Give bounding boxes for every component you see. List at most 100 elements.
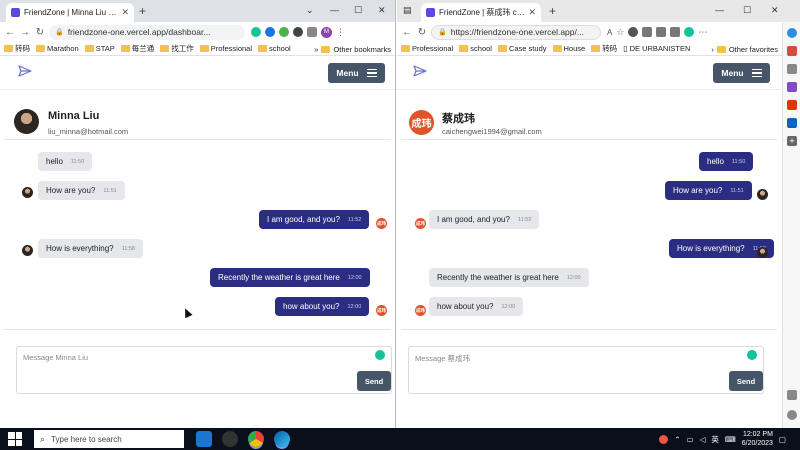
forward-icon[interactable]: → xyxy=(19,27,31,38)
friendzone-favicon-icon xyxy=(426,8,435,17)
favorite-item[interactable]: House xyxy=(552,44,585,53)
favorite-item[interactable]: school xyxy=(459,44,492,53)
app-icon[interactable] xyxy=(222,431,238,447)
maximize-icon[interactable]: ☐ xyxy=(743,3,751,17)
workspaces-icon[interactable]: ▤ xyxy=(403,3,412,17)
send-button[interactable]: Send xyxy=(357,371,391,391)
back-icon[interactable]: ← xyxy=(401,27,413,38)
message-input[interactable]: Message 蔡成玮 xyxy=(415,353,470,364)
extension-icon[interactable] xyxy=(628,27,639,37)
favorite-item[interactable]: ▯ DE URBANISTEN xyxy=(623,44,690,53)
menu-button[interactable]: Menu xyxy=(328,63,385,83)
contact-name: Minna Liu xyxy=(48,110,100,122)
tab-search-icon[interactable]: ⌄ xyxy=(306,3,314,17)
other-favorites[interactable]: › Other favorites xyxy=(707,42,778,55)
more-options-icon[interactable]: ⋮ xyxy=(336,27,345,38)
contact-small-avatar xyxy=(22,187,33,198)
sidebar-toggle-icon[interactable] xyxy=(787,390,797,400)
favorite-item[interactable]: Case study xyxy=(497,44,547,53)
other-bookmarks[interactable]: » Other bookmarks xyxy=(310,42,391,55)
split-screen-icon[interactable] xyxy=(642,27,653,37)
profile-avatar[interactable]: M xyxy=(321,26,332,38)
notifications-icon[interactable]: ▢ xyxy=(779,435,786,444)
add-icon[interactable]: + xyxy=(787,136,797,146)
more-options-icon[interactable]: ⋯ xyxy=(698,27,707,38)
bookmark-item[interactable]: Professional xyxy=(199,44,252,53)
paper-plane-icon[interactable] xyxy=(18,65,32,77)
notification-app-icon[interactable] xyxy=(659,434,669,444)
new-tab-icon[interactable]: + xyxy=(139,4,146,18)
input-mode-icon[interactable]: ⌨ xyxy=(725,435,736,444)
bookmark-item[interactable]: 找工作 xyxy=(160,43,194,54)
reload-icon[interactable]: ↻ xyxy=(416,27,428,38)
folder-icon xyxy=(401,45,410,52)
close-window-icon[interactable]: ✕ xyxy=(771,3,779,17)
clock[interactable]: 12:02 PM 6/20/2023 xyxy=(742,430,773,448)
message-input[interactable]: Message Minna Liu xyxy=(23,353,88,362)
read-aloud-icon[interactable]: A xyxy=(607,28,612,37)
grammarly-extension-icon[interactable] xyxy=(251,27,261,37)
puzzle-icon[interactable] xyxy=(307,27,317,37)
friendzone-favicon-icon xyxy=(11,8,20,17)
minimize-icon[interactable]: — xyxy=(715,3,724,17)
contact-small-avatar xyxy=(22,245,33,256)
network-icon[interactable]: ▭ xyxy=(687,435,694,444)
left-active-tab[interactable]: FriendZone | Minna Liu chat ✕ xyxy=(6,3,134,22)
favorite-star-icon[interactable]: ☆ xyxy=(616,27,624,38)
self-small-avatar xyxy=(757,189,768,200)
folder-icon xyxy=(716,45,726,53)
gear-icon[interactable] xyxy=(787,410,797,420)
bookmark-item[interactable]: school xyxy=(258,44,291,53)
new-tab-icon[interactable]: + xyxy=(549,4,556,18)
message-composer: Message 蔡成玮 Send xyxy=(408,346,764,394)
grammarly-icon[interactable] xyxy=(747,350,757,360)
close-tab-icon[interactable]: ✕ xyxy=(121,7,129,18)
edge-icon[interactable] xyxy=(274,431,290,447)
bookmark-item[interactable]: 转码 xyxy=(4,43,30,54)
windows-taskbar: ⌕ Type here to search ⌃ ▭ ◁ 英 ⌨ 12:02 PM… xyxy=(0,428,800,450)
tools-icon[interactable] xyxy=(787,82,797,92)
bookmark-item[interactable]: 每兰通 xyxy=(120,43,154,54)
shopping-icon[interactable] xyxy=(787,64,797,74)
url-field[interactable]: 🔒 https://friendzone-one.vercel.app/... xyxy=(431,24,601,40)
reload-icon[interactable]: ↻ xyxy=(34,27,46,38)
paper-plane-icon[interactable] xyxy=(413,65,427,77)
minimize-icon[interactable]: — xyxy=(330,3,339,17)
bing-chat-icon[interactable] xyxy=(787,28,797,38)
office-icon[interactable] xyxy=(787,100,797,110)
favorite-item[interactable]: 转码 xyxy=(591,43,617,54)
mail-icon[interactable] xyxy=(196,431,212,447)
back-icon[interactable]: ← xyxy=(4,27,16,38)
favorite-item[interactable]: Professional xyxy=(401,44,453,53)
collections-icon[interactable] xyxy=(670,27,681,37)
bookmark-item[interactable]: STAP xyxy=(84,44,115,53)
grammarly-icon[interactable] xyxy=(375,350,385,360)
outlook-icon[interactable] xyxy=(787,118,797,128)
url-field[interactable]: 🔒 friendzone-one.vercel.app/dashboar... xyxy=(49,24,245,40)
right-active-tab[interactable]: FriendZone | 蔡成玮 chat ✕ xyxy=(421,3,541,22)
bookmark-item[interactable]: Marathon xyxy=(36,44,79,53)
maximize-icon[interactable]: ☐ xyxy=(354,3,362,17)
extension-icon[interactable] xyxy=(279,27,289,37)
folder-icon xyxy=(199,45,209,52)
extension-icon[interactable] xyxy=(265,27,275,37)
chrome-icon[interactable] xyxy=(248,431,264,447)
windows-start-icon[interactable] xyxy=(8,432,22,446)
self-small-avatar: 成玮 xyxy=(376,305,387,316)
contact-small-avatar: 成玮 xyxy=(415,218,426,229)
search-icon[interactable] xyxy=(787,46,797,56)
language-indicator[interactable]: 英 xyxy=(711,434,719,445)
favorites-icon[interactable] xyxy=(656,27,667,37)
close-window-icon[interactable]: ✕ xyxy=(378,3,386,17)
close-tab-icon[interactable]: ✕ xyxy=(528,7,536,18)
menu-button[interactable]: Menu xyxy=(713,63,770,83)
send-button[interactable]: Send xyxy=(729,371,763,391)
extension-icon[interactable] xyxy=(293,27,303,37)
taskbar-search-box[interactable]: ⌕ Type here to search xyxy=(34,430,184,448)
volume-icon[interactable]: ◁ xyxy=(700,435,706,444)
clock-date: 6/20/2023 xyxy=(741,440,773,447)
grammarly-extension-icon[interactable] xyxy=(684,27,695,37)
chevron-up-icon[interactable]: ⌃ xyxy=(674,435,680,444)
folder-icon xyxy=(591,45,601,52)
search-placeholder: Type here to search xyxy=(51,434,122,444)
